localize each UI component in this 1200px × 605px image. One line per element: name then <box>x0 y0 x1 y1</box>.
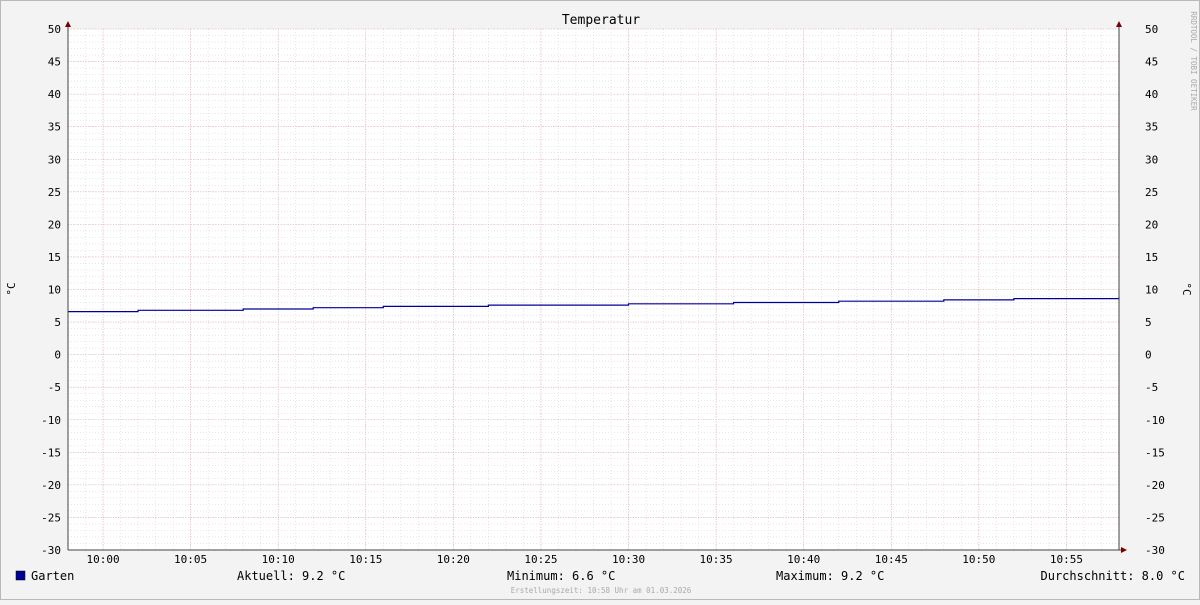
legend-current: Aktuell: 9.2 °C <box>237 569 345 583</box>
y-tick-label-left: 40 <box>48 88 61 101</box>
x-axis-arrow <box>1121 547 1127 553</box>
y-tick-label-left: 15 <box>48 251 61 264</box>
y-tick-label-left: -25 <box>41 511 61 524</box>
y-axis-left-ticks: 50454035302520151050-5-10-15-20-25-30 <box>41 23 61 557</box>
y-tick-label-left: 35 <box>48 121 61 134</box>
y-tick-label-left: 25 <box>48 186 61 199</box>
x-tick-label: 10:05 <box>174 553 207 566</box>
y-axis-label-left: °C <box>5 282 18 295</box>
y-axis-arrow-left <box>65 21 71 27</box>
y-tick-label-right: 20 <box>1145 218 1158 231</box>
rrdtool-watermark: RRDTOOL / TOBI OETIKER <box>1189 11 1198 111</box>
y-tick-label-left: 0 <box>54 349 61 362</box>
y-axis-arrow-right <box>1116 21 1122 27</box>
x-tick-label: 10:45 <box>875 553 908 566</box>
y-tick-label-right: 15 <box>1145 251 1158 264</box>
y-tick-label-left: 45 <box>48 56 61 69</box>
y-tick-label-right: -10 <box>1145 414 1165 427</box>
x-tick-label: 10:35 <box>700 553 733 566</box>
y-tick-label-right: 30 <box>1145 153 1158 166</box>
x-tick-label: 10:10 <box>262 553 295 566</box>
x-tick-label: 10:55 <box>1050 553 1083 566</box>
y-tick-label-left: 5 <box>54 316 61 329</box>
y-tick-label-right: 35 <box>1145 121 1158 134</box>
x-tick-label: 10:50 <box>962 553 995 566</box>
y-tick-label-right: 10 <box>1145 284 1158 297</box>
y-tick-label-right: -15 <box>1145 446 1165 459</box>
y-tick-label-right: 5 <box>1145 316 1152 329</box>
legend-maximum: Maximum: 9.2 °C <box>776 569 884 583</box>
y-tick-label-left: -5 <box>48 381 61 394</box>
y-tick-label-right: -20 <box>1145 479 1165 492</box>
footer-timestamp: Erstellungszeit: 10:58 Uhr am 01.03.2026 <box>511 586 692 595</box>
y-tick-label-right: -25 <box>1145 511 1165 524</box>
y-tick-label-right: 0 <box>1145 349 1152 362</box>
x-tick-label: 10:25 <box>524 553 557 566</box>
y-tick-label-left: 50 <box>48 23 61 36</box>
y-tick-label-left: -30 <box>41 544 61 557</box>
y-tick-label-right: -5 <box>1145 381 1158 394</box>
legend-swatch <box>15 570 26 581</box>
x-tick-label: 10:30 <box>612 553 645 566</box>
y-tick-label-right: 45 <box>1145 56 1158 69</box>
x-tick-label: 10:20 <box>437 553 470 566</box>
legend-minimum: Minimum: 6.6 °C <box>507 569 615 583</box>
y-tick-label-left: -20 <box>41 479 61 492</box>
y-tick-label-left: -10 <box>41 414 61 427</box>
chart-frame: 50 45 40 35 30 25 20 15 10 5 0 -5 -10 -15 -20 -25 -30 50… <box>0 0 1200 600</box>
legend-average: Durchschnitt: 8.0 °C <box>1041 569 1186 583</box>
y-tick-label-left: 30 <box>48 153 61 166</box>
chart-title: Temperatur <box>562 13 640 28</box>
y-tick-label-right: 40 <box>1145 88 1158 101</box>
legend-series-label: Garten <box>31 569 74 583</box>
y-tick-label-right: 50 <box>1145 23 1158 36</box>
y-tick-label-left: 20 <box>48 218 61 231</box>
x-tick-label: 10:15 <box>349 553 382 566</box>
x-tick-label: 10:40 <box>787 553 820 566</box>
y-tick-label-right: -30 <box>1145 544 1165 557</box>
y-axis-right-ticks: 50454035302520151050-5-10-15-20-25-30 <box>1145 23 1165 557</box>
temperature-chart: 50454035302520151050-5-10-15-20-25-30 50… <box>5 11 1198 595</box>
y-tick-label-right: 25 <box>1145 186 1158 199</box>
y-tick-label-left: -15 <box>41 446 61 459</box>
y-tick-label-left: 10 <box>48 284 61 297</box>
y-axis-label-right: °C <box>1180 282 1193 295</box>
x-axis-ticks: 10:00 10:05 10:10 10:15 10:20 10:25 10:30 10:35… <box>86 553 1083 566</box>
x-tick-label: 10:00 <box>86 553 119 566</box>
